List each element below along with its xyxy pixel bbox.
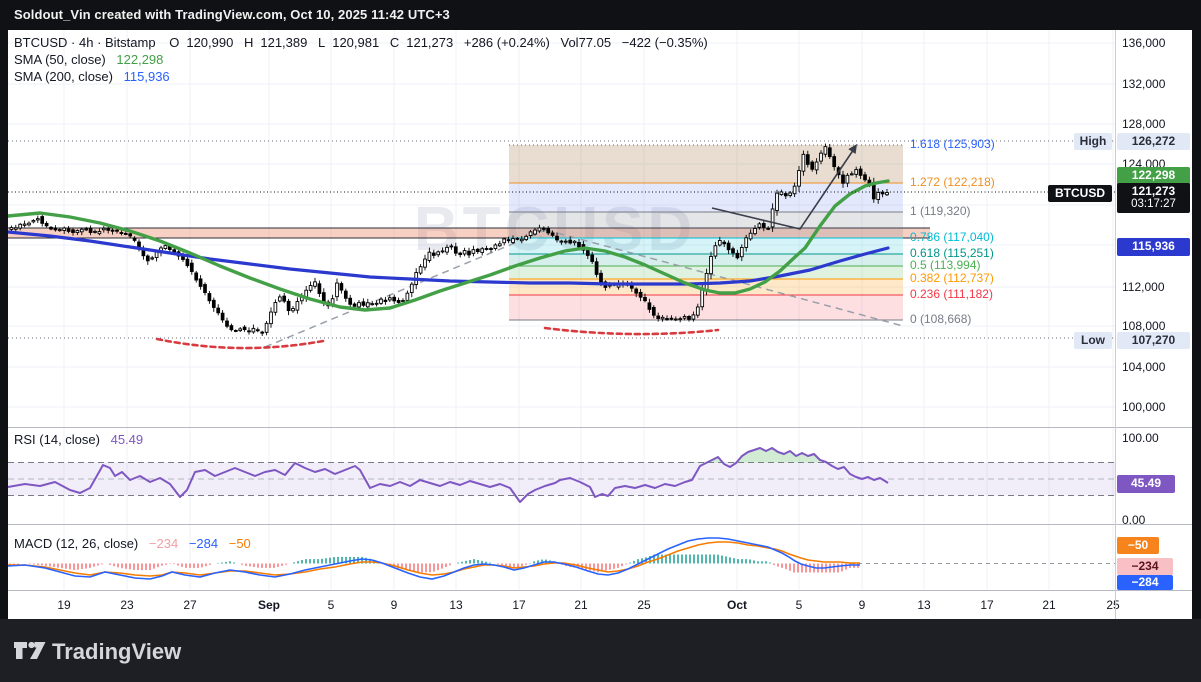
symbol-title: BTCUSD · 4h · Bitstamp <box>14 35 156 50</box>
sma200-badge: 115,936 <box>1117 238 1190 256</box>
rsi-legend[interactable]: RSI (14, close) 45.49 <box>14 432 150 447</box>
rsi-panel[interactable] <box>8 448 1115 502</box>
sma50-label: SMA (50, close) <box>14 52 106 67</box>
macd-hist-badge: −234 <box>1117 558 1173 575</box>
fib-label-0.786: 0.786 (117,040) <box>910 230 994 244</box>
fib-label-0.236: 0.236 (111,182) <box>910 287 993 301</box>
main-legend[interactable]: BTCUSD · 4h · Bitstamp O120,990 H121,389… <box>14 35 715 50</box>
fib-label-0.5: 0.5 (113,994) <box>910 258 981 272</box>
fib-label-1.618: 1.618 (125,903) <box>910 137 995 151</box>
low-label-chip: Low <box>1074 332 1112 349</box>
macd-histogram <box>10 555 858 573</box>
fib-band-1 <box>509 212 903 238</box>
macd-signal-value: −50 <box>229 536 251 551</box>
tradingview-logo-icon[interactable] <box>13 639 47 663</box>
symbol-chip: BTCUSD <box>1048 185 1112 202</box>
low-value-badge: 107,270 <box>1117 332 1190 349</box>
panel-separator-rsi[interactable] <box>8 427 1192 428</box>
rsi-value: 45.49 <box>111 432 144 447</box>
macd-signal-badge: −50 <box>1117 537 1159 554</box>
tradingview-brand[interactable]: TradingView <box>52 639 181 665</box>
support-arc-2[interactable] <box>545 328 718 334</box>
fib-label-0: 0 (108,668) <box>910 312 971 326</box>
sma200-legend[interactable]: SMA (200, close) 115,936 <box>14 69 177 84</box>
chart-canvas[interactable]: BTCUSD <box>0 0 1201 682</box>
sma200-label: SMA (200, close) <box>14 69 113 84</box>
macd-line-badge: −284 <box>1117 575 1173 590</box>
ohlc-open: O120,990 <box>169 35 233 50</box>
fib-label-1: 1 (119,320) <box>910 204 971 218</box>
volume-value: Vol77.05 <box>561 35 612 50</box>
ohlc-high: H121,389 <box>244 35 307 50</box>
high-label-chip: High <box>1074 133 1112 150</box>
price-axis[interactable] <box>1115 30 1192 590</box>
title-bar: Soldout_Vin created with TradingView.com… <box>0 0 1201 30</box>
sma50-value: 122,298 <box>116 52 163 67</box>
volume-change-value: −422 (−0.35%) <box>622 35 708 50</box>
change-value: +286 (+0.24%) <box>464 35 550 50</box>
macd-hist-value: −234 <box>149 536 178 551</box>
ohlc-low: L120,981 <box>318 35 379 50</box>
ohlc-close: C121,273 <box>390 35 453 50</box>
time-axis[interactable] <box>8 590 1115 619</box>
rsi-label: RSI (14, close) <box>14 432 100 447</box>
fib-label-0.382: 0.382 (112,737) <box>910 271 994 285</box>
page-title: Soldout_Vin created with TradingView.com… <box>14 7 450 22</box>
sma50-legend[interactable]: SMA (50, close) 122,298 <box>14 52 170 67</box>
rsi-badge: 45.49 <box>1117 475 1175 493</box>
high-value-badge: 126,272 <box>1117 133 1190 150</box>
macd-label: MACD (12, 26, close) <box>14 536 138 551</box>
macd-line-value: −284 <box>189 536 218 551</box>
macd-legend[interactable]: MACD (12, 26, close) −234 −284 −50 <box>14 536 258 551</box>
trendline-1[interactable] <box>265 230 546 347</box>
fib-label-1.272: 1.272 (122,218) <box>910 175 995 189</box>
footer: TradingView <box>0 619 1201 682</box>
panel-separator-macd[interactable] <box>8 524 1192 525</box>
support-arc-1[interactable] <box>157 339 323 348</box>
fib-band-0.236 <box>509 295 903 320</box>
left-margin <box>0 30 8 619</box>
sma200-value: 115,936 <box>124 69 170 84</box>
right-margin <box>1192 30 1201 619</box>
last-price-badge: 121,27303:17:27 <box>1117 183 1190 213</box>
